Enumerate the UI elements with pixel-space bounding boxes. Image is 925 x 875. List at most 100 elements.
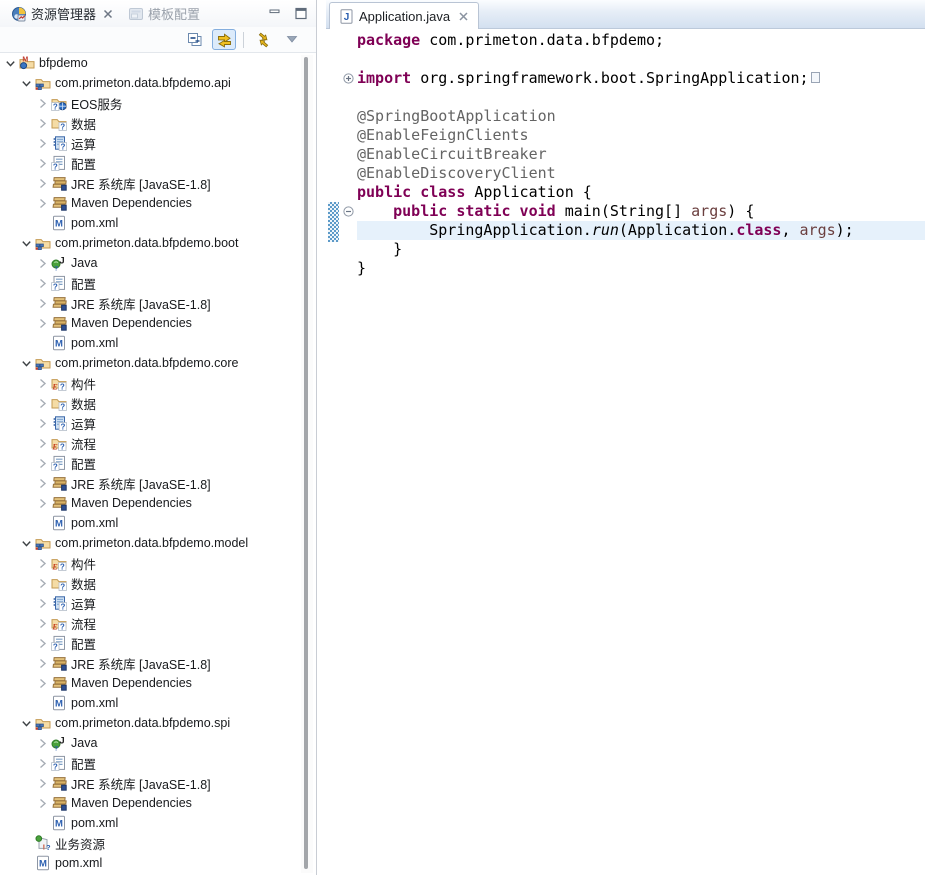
- tree-item[interactable]: !?业务资源: [0, 833, 300, 853]
- tree-item[interactable]: ?运算: [0, 133, 300, 153]
- tree-item[interactable]: JRE 系统库 [JavaSE-1.8]: [0, 173, 300, 193]
- tree-item[interactable]: ?EOS服务: [0, 93, 300, 113]
- tree-item[interactable]: Maven Dependencies: [0, 493, 300, 513]
- code-line[interactable]: import org.springframework.boot.SpringAp…: [357, 69, 925, 88]
- tree-item[interactable]: com.primeton.data.bfpdemo.core: [0, 353, 300, 373]
- tab-template-config[interactable]: 模板配置: [121, 0, 207, 27]
- tree-item[interactable]: ?数据: [0, 393, 300, 413]
- chevron-right-icon[interactable]: [36, 457, 49, 470]
- chevron-right-icon[interactable]: [36, 497, 49, 510]
- chevron-right-icon[interactable]: [36, 317, 49, 330]
- current-line[interactable]: SpringApplication.run(Application.class,…: [357, 221, 925, 240]
- tree-scrollbar[interactable]: [301, 55, 313, 873]
- tree-item[interactable]: E?流程: [0, 433, 300, 453]
- tree-item[interactable]: Mpom.xml: [0, 813, 300, 833]
- code-line[interactable]: }: [357, 240, 925, 259]
- maximize-icon[interactable]: [294, 7, 310, 21]
- tree-item[interactable]: Mpom.xml: [0, 513, 300, 533]
- folded-region-box[interactable]: [811, 72, 820, 83]
- chevron-down-icon[interactable]: [20, 537, 33, 550]
- fold-collapse-icon[interactable]: [343, 206, 354, 217]
- chevron-right-icon[interactable]: [36, 97, 49, 110]
- chevron-right-icon[interactable]: [36, 477, 49, 490]
- code-line[interactable]: @EnableFeignClients: [357, 126, 925, 145]
- code-line[interactable]: }: [357, 259, 925, 278]
- chevron-right-icon[interactable]: [36, 437, 49, 450]
- tree-item[interactable]: JRE 系统库 [JavaSE-1.8]: [0, 293, 300, 313]
- tree-item[interactable]: JRE 系统库 [JavaSE-1.8]: [0, 773, 300, 793]
- tree-item[interactable]: E?流程: [0, 613, 300, 633]
- tree-item[interactable]: Mpom.xml: [0, 333, 300, 353]
- chevron-down-icon[interactable]: [20, 237, 33, 250]
- code-line[interactable]: [357, 88, 925, 107]
- code-line[interactable]: public static void main(String[] args) {: [357, 202, 925, 221]
- chevron-right-icon[interactable]: [36, 777, 49, 790]
- chevron-right-icon[interactable]: [36, 157, 49, 170]
- chevron-right-icon[interactable]: [36, 177, 49, 190]
- chevron-down-icon[interactable]: [20, 717, 33, 730]
- code-line[interactable]: @EnableCircuitBreaker: [357, 145, 925, 164]
- chevron-right-icon[interactable]: [36, 137, 49, 150]
- tree-item[interactable]: JRE 系统库 [JavaSE-1.8]: [0, 653, 300, 673]
- tab-resource-explorer[interactable]: 资源管理器: [4, 0, 121, 27]
- chevron-right-icon[interactable]: [36, 277, 49, 290]
- collapse-all-button[interactable]: [183, 29, 207, 50]
- tree-item[interactable]: com.primeton.data.bfpdemo.spi: [0, 713, 300, 733]
- tree-item[interactable]: Maven Dependencies: [0, 793, 300, 813]
- chevron-right-icon[interactable]: [36, 657, 49, 670]
- chevron-right-icon[interactable]: [36, 297, 49, 310]
- tree-item[interactable]: J?Java: [0, 253, 300, 273]
- chevron-down-icon[interactable]: [20, 77, 33, 90]
- chevron-down-icon[interactable]: [4, 57, 17, 70]
- chevron-right-icon[interactable]: [36, 617, 49, 630]
- chevron-right-icon[interactable]: [36, 197, 49, 210]
- code-line[interactable]: public class Application {: [357, 183, 925, 202]
- tree-item[interactable]: J?Java: [0, 733, 300, 753]
- chevron-right-icon[interactable]: [36, 577, 49, 590]
- chevron-right-icon[interactable]: [36, 257, 49, 270]
- tree-item[interactable]: Maven Dependencies: [0, 673, 300, 693]
- close-icon[interactable]: [458, 11, 469, 22]
- fold-expand-icon[interactable]: [343, 73, 354, 84]
- tree-item[interactable]: ?配置: [0, 633, 300, 653]
- close-icon[interactable]: [102, 8, 114, 20]
- tree-item[interactable]: ?配置: [0, 153, 300, 173]
- sync-button[interactable]: [251, 29, 275, 50]
- tree-item[interactable]: com.primeton.data.bfpdemo.model: [0, 533, 300, 553]
- tree-item[interactable]: ?配置: [0, 753, 300, 773]
- chevron-right-icon[interactable]: [36, 377, 49, 390]
- chevron-right-icon[interactable]: [36, 797, 49, 810]
- chevron-right-icon[interactable]: [36, 417, 49, 430]
- chevron-right-icon[interactable]: [36, 117, 49, 130]
- minimize-icon[interactable]: [268, 7, 284, 21]
- code-editor[interactable]: package com.primeton.data.bfpdemo; import…: [357, 29, 925, 875]
- scrollbar-thumb[interactable]: [304, 57, 308, 869]
- code-line[interactable]: package com.primeton.data.bfpdemo;: [357, 31, 925, 50]
- chevron-right-icon[interactable]: [36, 597, 49, 610]
- tree-item[interactable]: E?构件: [0, 553, 300, 573]
- chevron-right-icon[interactable]: [36, 397, 49, 410]
- code-line[interactable]: @SpringBootApplication: [357, 107, 925, 126]
- chevron-right-icon[interactable]: [36, 677, 49, 690]
- tree-item[interactable]: com.primeton.data.bfpdemo.api: [0, 73, 300, 93]
- code-line[interactable]: @EnableDiscoveryClient: [357, 164, 925, 183]
- tree-item[interactable]: JRE 系统库 [JavaSE-1.8]: [0, 473, 300, 493]
- tree-item[interactable]: Mpom.xml: [0, 693, 300, 713]
- tree-item[interactable]: com.primeton.data.bfpdemo.boot: [0, 233, 300, 253]
- chevron-right-icon[interactable]: [36, 557, 49, 570]
- chevron-down-icon[interactable]: [20, 357, 33, 370]
- tree-item[interactable]: Mpom.xml: [0, 213, 300, 233]
- tree-item[interactable]: ?运算: [0, 413, 300, 433]
- tree-item[interactable]: Maven Dependencies: [0, 313, 300, 333]
- tree-item[interactable]: ?配置: [0, 273, 300, 293]
- tree-item[interactable]: E?构件: [0, 373, 300, 393]
- chevron-right-icon[interactable]: [36, 737, 49, 750]
- tree-item[interactable]: ?数据: [0, 113, 300, 133]
- tree-item[interactable]: ?数据: [0, 573, 300, 593]
- tab-application-java[interactable]: J Application.java: [329, 2, 479, 29]
- tree-item[interactable]: ?配置: [0, 453, 300, 473]
- chevron-right-icon[interactable]: [36, 637, 49, 650]
- tree-item[interactable]: Mpom.xml: [0, 853, 300, 873]
- code-line[interactable]: [357, 50, 925, 69]
- tree-item[interactable]: ?运算: [0, 593, 300, 613]
